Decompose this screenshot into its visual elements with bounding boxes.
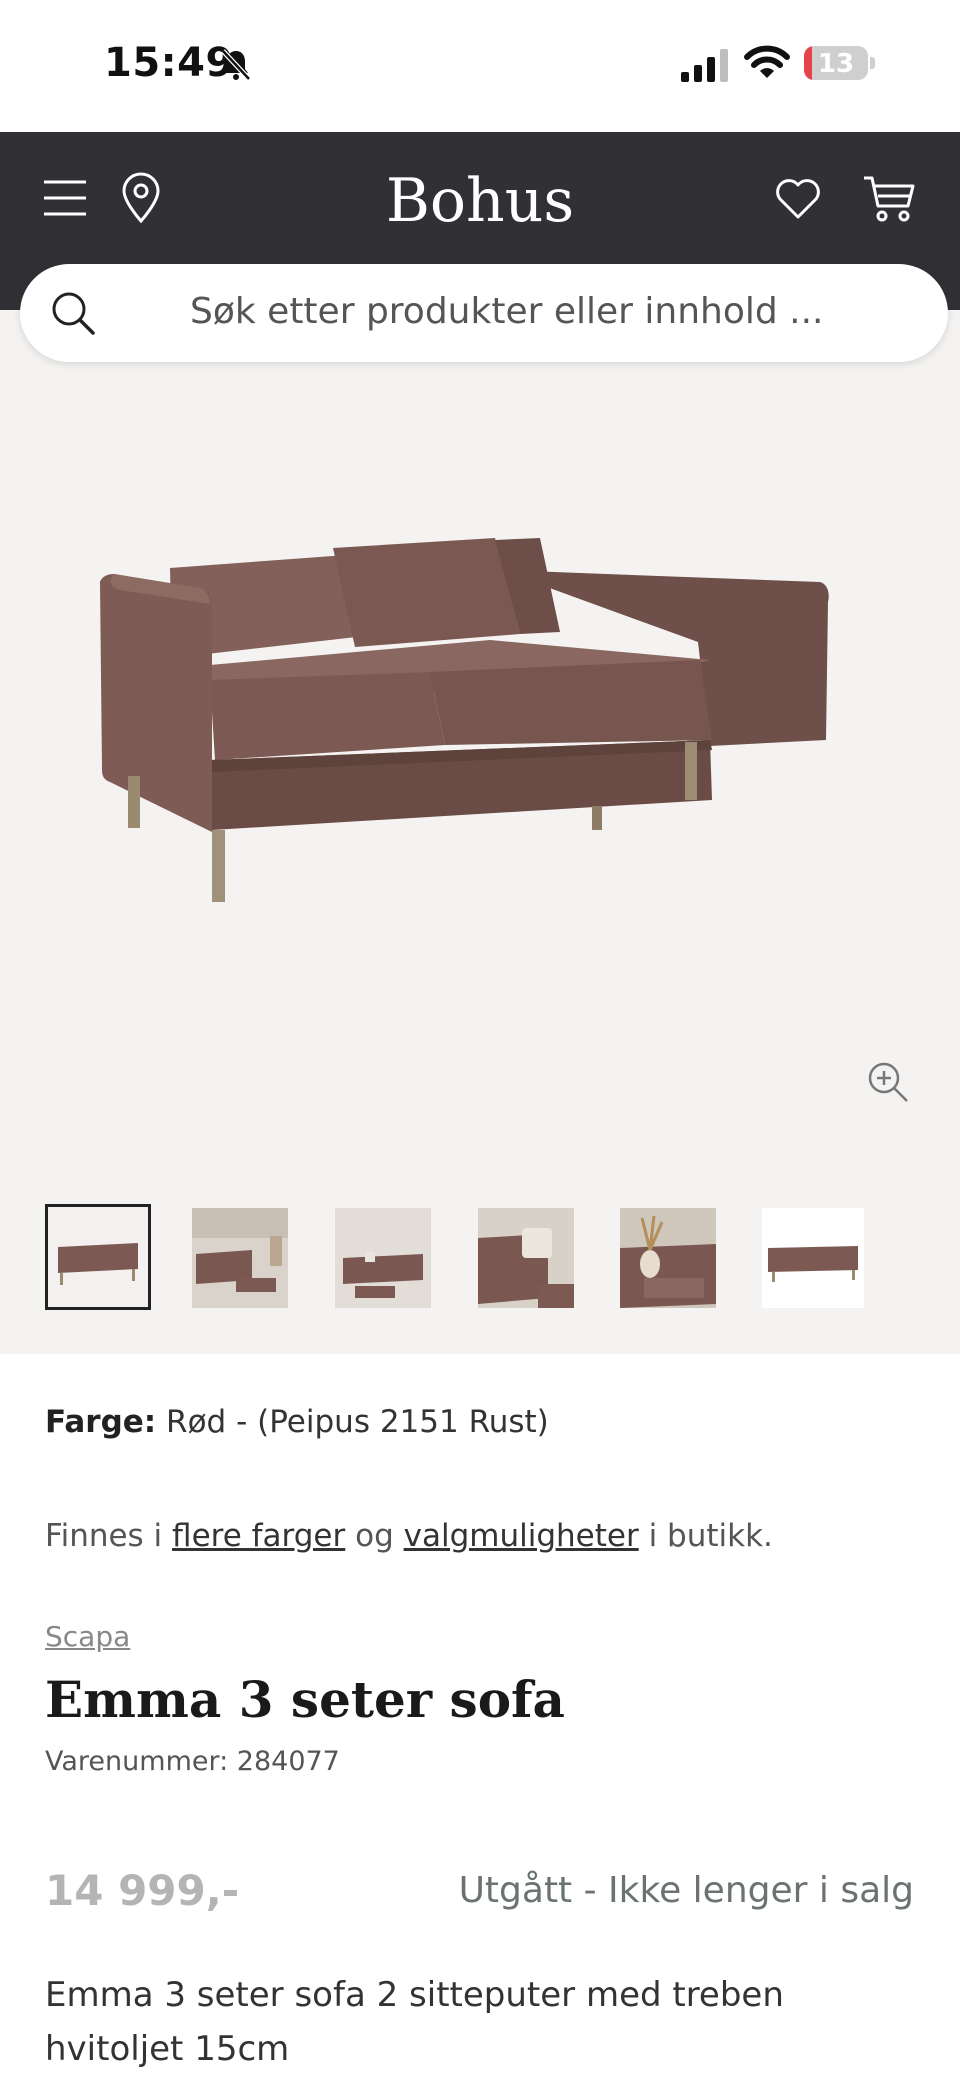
zoom-icon[interactable] [866,1060,910,1104]
finnes-mid: og [355,1518,394,1554]
thumbnail-6[interactable] [762,1208,864,1308]
availability-status: Utgått - Ikke lenger i salg [458,1870,914,1911]
battery-percent: 13 [817,49,855,79]
options-link[interactable]: valgmuligheter [404,1518,639,1554]
color-label: Farge: [45,1404,157,1440]
wifi-icon [744,45,790,78]
finnes-suffix: i butikk. [648,1518,773,1554]
availability-note: Finnes i flere farger og valgmuligheter … [45,1518,773,1554]
status-time: 15:49 [104,40,234,86]
menu-icon[interactable] [42,178,88,218]
battery-indicator: 13 [804,46,876,82]
signal-icon [681,49,728,82]
thumbnail-5[interactable] [620,1208,716,1308]
status-bar: 15:49 13 [0,0,960,132]
product-price: 14 999,- [45,1866,240,1915]
thumbnail-3[interactable] [335,1208,431,1308]
logo[interactable]: Bohus [330,166,630,236]
product-description: Emma 3 seter sofa 2 sitteputer med trebe… [45,1975,784,2069]
thumbnail-2[interactable] [192,1208,288,1308]
product-main-image[interactable] [100,510,840,930]
thumbnail-4[interactable] [478,1208,574,1308]
bell-slash-icon [221,49,251,81]
search-icon [52,292,95,335]
search-bar[interactable]: Søk etter produkter eller innhold ... [20,264,948,362]
product-gallery [0,310,960,1354]
product-title: Emma 3 seter sofa [45,1670,565,1729]
color-info: Farge: Rød - (Peipus 2151 Rust) [45,1404,549,1440]
brand-link[interactable]: Scapa [45,1620,130,1653]
thumbnail-1[interactable] [45,1204,151,1310]
search-input[interactable]: Søk etter produkter eller innhold ... [190,291,824,332]
product-sku: Varenummer: 284077 [45,1746,340,1777]
location-icon[interactable] [120,172,162,224]
cart-icon[interactable] [862,174,916,224]
color-value: Rød - (Peipus 2151 Rust) [166,1404,549,1440]
heart-icon[interactable] [774,176,822,220]
more-colors-link[interactable]: flere farger [172,1518,345,1554]
finnes-prefix: Finnes i [45,1518,163,1554]
